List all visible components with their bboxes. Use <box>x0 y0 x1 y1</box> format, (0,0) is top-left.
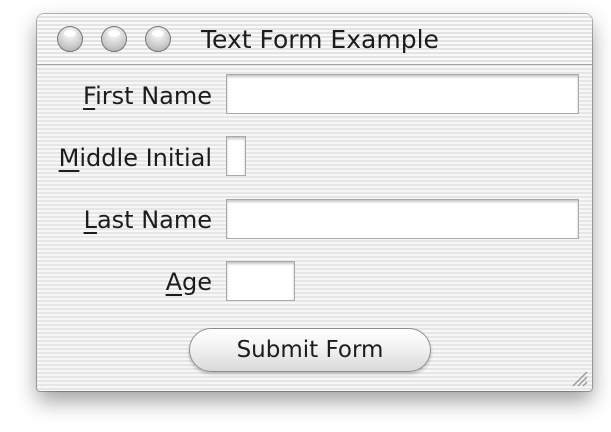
middle-initial-mnemonic: M <box>58 144 80 172</box>
close-button[interactable] <box>57 26 83 52</box>
first-name-field[interactable] <box>226 74 579 114</box>
first-name-mnemonic: F <box>83 82 96 110</box>
last-name-mnemonic: L <box>83 206 97 234</box>
first-name-label-text: irst Name <box>95 82 212 110</box>
window-title: Text Form Example <box>201 25 439 54</box>
last-name-field[interactable] <box>226 199 579 239</box>
last-name-label-text: ast Name <box>96 206 212 234</box>
minimize-button[interactable] <box>101 26 127 52</box>
middle-initial-label-text: iddle Initial <box>79 144 212 172</box>
age-field[interactable] <box>226 261 295 301</box>
resize-grip-icon[interactable] <box>570 369 588 387</box>
submit-form-button[interactable]: Submit Form <box>189 328 431 372</box>
age-label: Age <box>166 268 212 296</box>
app-window: Text Form Example First Name Middle Init… <box>37 14 592 391</box>
first-name-label: First Name <box>83 82 212 110</box>
age-label-text: ge <box>182 268 212 296</box>
title-bar[interactable]: Text Form Example <box>37 14 592 65</box>
zoom-button[interactable] <box>145 26 171 52</box>
middle-initial-field[interactable] <box>226 136 246 176</box>
middle-initial-label: Middle Initial <box>59 144 212 172</box>
age-mnemonic: A <box>165 268 182 296</box>
last-name-label: Last Name <box>84 206 212 234</box>
